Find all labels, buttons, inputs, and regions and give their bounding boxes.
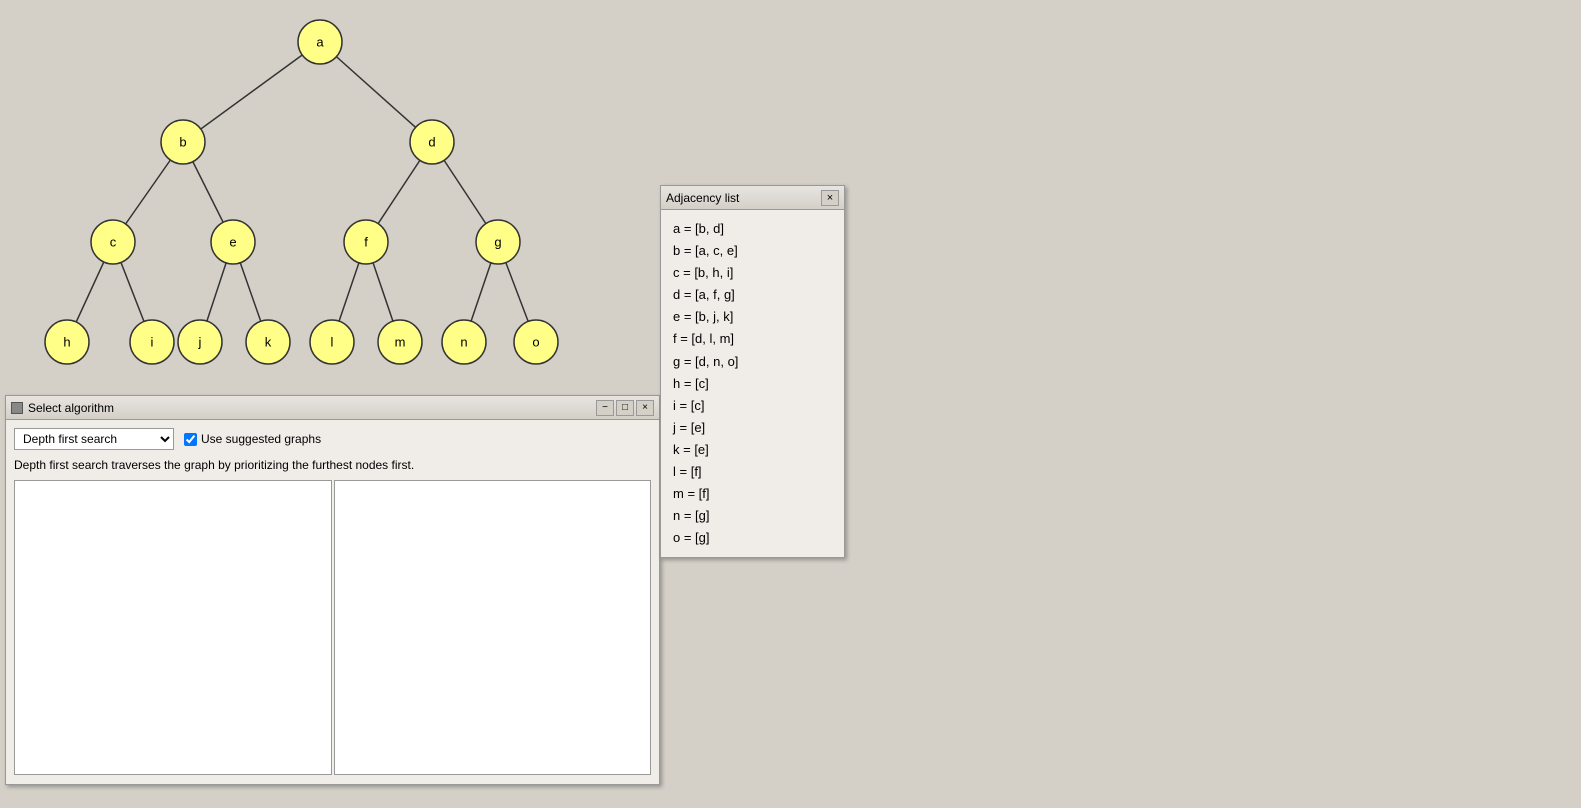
left-panel	[14, 480, 332, 775]
adjacency-close-button[interactable]: ×	[821, 190, 839, 206]
adjacency-entry: j = [e]	[673, 417, 832, 439]
graph-canvas: a b d c e f g h i j k l m n o	[0, 0, 660, 390]
svg-text:c: c	[110, 235, 117, 250]
adjacency-entry: g = [d, n, o]	[673, 351, 832, 373]
node-e[interactable]: e	[211, 220, 255, 264]
adjacency-entry: m = [f]	[673, 483, 832, 505]
maximize-button[interactable]: □	[616, 400, 634, 416]
node-o[interactable]: o	[514, 320, 558, 364]
node-j[interactable]: j	[178, 320, 222, 364]
adjacency-entry: d = [a, f, g]	[673, 284, 832, 306]
svg-text:d: d	[428, 135, 435, 150]
dialog-controls: − □ ×	[596, 400, 654, 416]
svg-text:e: e	[229, 235, 236, 250]
adjacency-entry: a = [b, d]	[673, 218, 832, 240]
adjacency-entry: c = [b, h, i]	[673, 262, 832, 284]
svg-text:g: g	[494, 235, 501, 250]
adjacency-entry: e = [b, j, k]	[673, 306, 832, 328]
node-b[interactable]: b	[161, 120, 205, 164]
svg-text:l: l	[331, 335, 334, 350]
node-k[interactable]: k	[246, 320, 290, 364]
svg-text:h: h	[63, 335, 70, 350]
adjacency-entry: f = [d, l, m]	[673, 328, 832, 350]
node-d[interactable]: d	[410, 120, 454, 164]
algorithm-description: Depth first search traverses the graph b…	[14, 458, 651, 472]
adjacency-titlebar: Adjacency list ×	[661, 186, 844, 210]
algorithm-dialog: Select algorithm − □ × Depth first searc…	[5, 395, 660, 785]
adjacency-dialog: Adjacency list × a = [b, d]b = [a, c, e]…	[660, 185, 845, 558]
adjacency-entry: l = [f]	[673, 461, 832, 483]
svg-text:j: j	[198, 335, 202, 350]
svg-text:o: o	[532, 335, 539, 350]
algorithm-row: Depth first searchBreadth first searchDi…	[14, 428, 651, 450]
svg-text:b: b	[179, 135, 186, 150]
use-suggested-checkbox[interactable]	[184, 433, 197, 446]
svg-text:n: n	[460, 335, 467, 350]
svg-text:k: k	[265, 335, 272, 350]
node-i[interactable]: i	[130, 320, 174, 364]
use-suggested-text: Use suggested graphs	[201, 432, 321, 446]
adjacency-title: Adjacency list	[666, 191, 739, 205]
node-h[interactable]: h	[45, 320, 89, 364]
node-l[interactable]: l	[310, 320, 354, 364]
dialog-icon	[11, 402, 23, 414]
node-f[interactable]: f	[344, 220, 388, 264]
dialog-content: Depth first searchBreadth first searchDi…	[6, 420, 659, 783]
dialog-titlebar: Select algorithm − □ ×	[6, 396, 659, 420]
close-button[interactable]: ×	[636, 400, 654, 416]
adjacency-entry: i = [c]	[673, 395, 832, 417]
svg-text:i: i	[151, 335, 154, 350]
right-panel	[334, 480, 652, 775]
adjacency-entry: k = [e]	[673, 439, 832, 461]
minimize-button[interactable]: −	[596, 400, 614, 416]
node-m[interactable]: m	[378, 320, 422, 364]
adjacency-content: a = [b, d]b = [a, c, e]c = [b, h, i]d = …	[661, 210, 844, 557]
algorithm-select[interactable]: Depth first searchBreadth first searchDi…	[14, 428, 174, 450]
adjacency-entry: h = [c]	[673, 373, 832, 395]
node-c[interactable]: c	[91, 220, 135, 264]
svg-text:f: f	[364, 235, 368, 250]
node-n[interactable]: n	[442, 320, 486, 364]
svg-text:a: a	[316, 35, 324, 50]
node-g[interactable]: g	[476, 220, 520, 264]
adjacency-entry: n = [g]	[673, 505, 832, 527]
adjacency-entry: o = [g]	[673, 527, 832, 549]
dialog-title: Select algorithm	[28, 401, 114, 415]
use-suggested-label[interactable]: Use suggested graphs	[184, 432, 321, 446]
panels-row	[14, 480, 651, 775]
svg-text:m: m	[395, 335, 406, 350]
node-a[interactable]: a	[298, 20, 342, 64]
edge-a-b	[183, 42, 320, 142]
adjacency-entry: b = [a, c, e]	[673, 240, 832, 262]
